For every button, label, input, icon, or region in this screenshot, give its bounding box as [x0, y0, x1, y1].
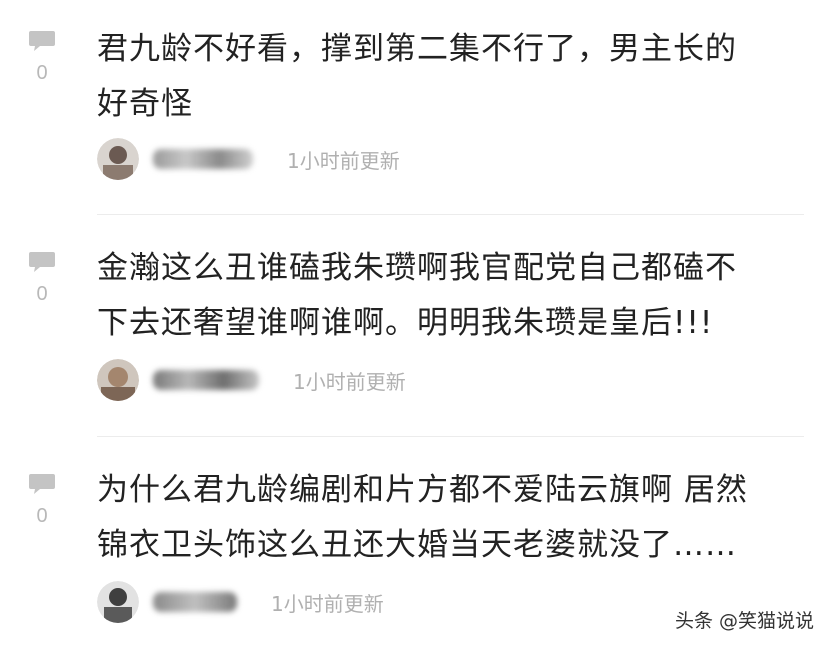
like-control[interactable]: 0	[24, 251, 60, 306]
comment-meta: 1小时前更新	[97, 579, 384, 625]
comment-text: 为什么君九龄编剧和片方都不爱陆云旗啊 居然 锦衣卫头饰这么丑还大婚当天老婆就没了…	[97, 472, 748, 563]
comment-bubble-icon[interactable]	[28, 30, 56, 52]
comment-bubble-icon[interactable]	[28, 251, 56, 273]
timestamp: 1小时前更新	[287, 148, 400, 173]
username-blurred[interactable]	[153, 149, 253, 169]
like-control[interactable]: 0	[24, 30, 60, 85]
like-control[interactable]: 0	[24, 473, 60, 528]
timestamp: 1小时前更新	[271, 591, 384, 616]
like-count: 0	[36, 283, 48, 305]
comment-list: 0 君九龄不好看，撑到第二集不行了，男主长的 好奇怪 1小时前更新 0 金瀚这么…	[0, 0, 832, 647]
timestamp: 1小时前更新	[293, 369, 406, 394]
like-count: 0	[36, 62, 48, 84]
username-blurred[interactable]	[153, 592, 237, 612]
comment-bubble-icon[interactable]	[28, 473, 56, 495]
watermark: 头条 @笑猫说说	[674, 610, 814, 632]
like-count: 0	[36, 505, 48, 527]
avatar[interactable]	[97, 581, 139, 623]
comment-item: 0 君九龄不好看，撑到第二集不行了，男主长的 好奇怪 1小时前更新	[0, 0, 832, 215]
comment-text: 君九龄不好看，撑到第二集不行了，男主长的 好奇怪	[97, 31, 737, 122]
comment-item: 0 金瀚这么丑谁磕我朱瓒啊我官配党自己都磕不 下去还奢望谁啊谁啊。明明我朱瓒是皇…	[0, 215, 832, 437]
avatar[interactable]	[97, 138, 139, 180]
comment-meta: 1小时前更新	[97, 357, 406, 403]
comment-meta: 1小时前更新	[97, 136, 400, 182]
username-blurred[interactable]	[153, 370, 259, 390]
comment-text: 金瀚这么丑谁磕我朱瓒啊我官配党自己都磕不 下去还奢望谁啊谁啊。明明我朱瓒是皇后!…	[97, 250, 737, 341]
avatar[interactable]	[97, 359, 139, 401]
